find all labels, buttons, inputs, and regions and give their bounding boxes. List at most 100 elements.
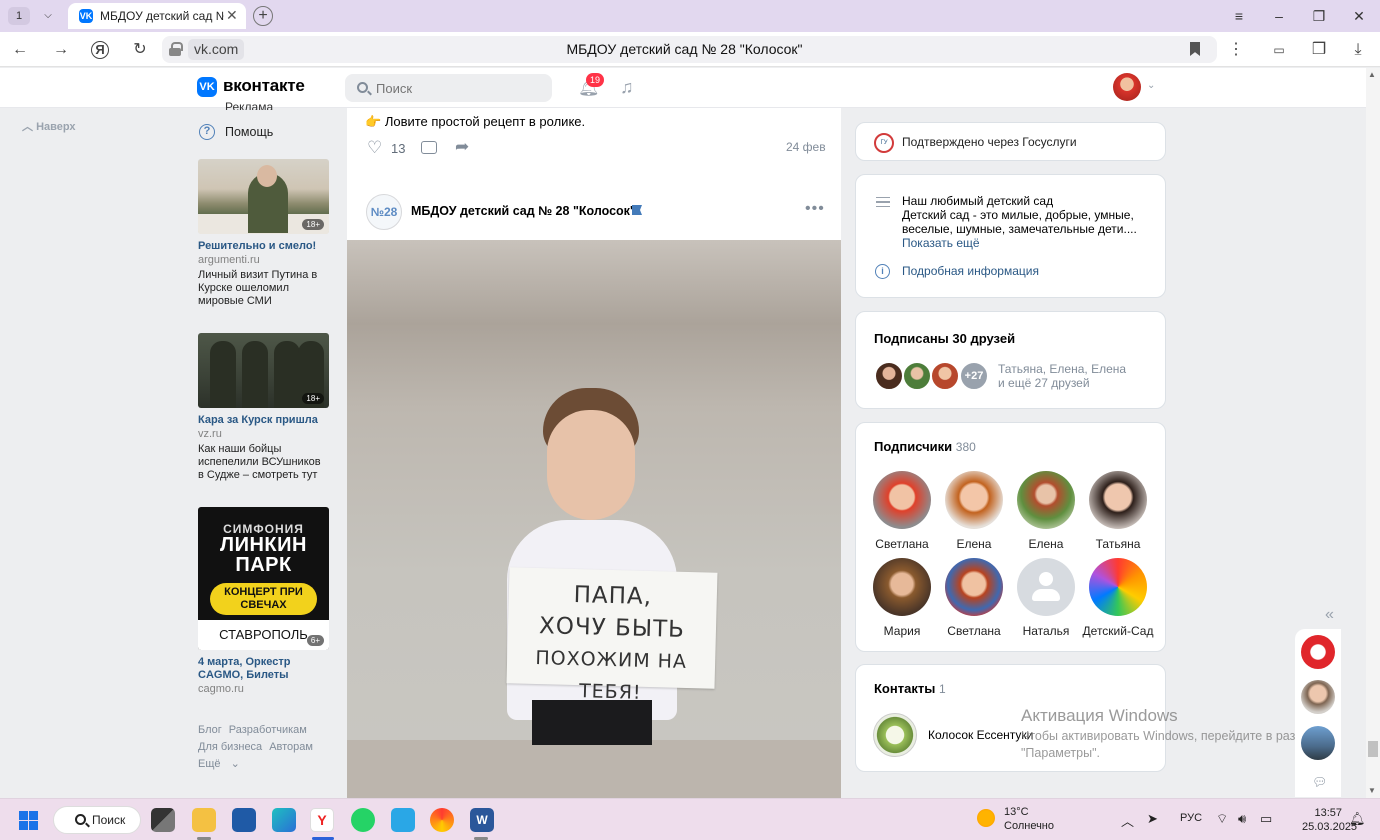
friend-avatar[interactable] [930,361,960,391]
more-menu-icon[interactable]: ⋮ [1225,39,1247,61]
store-icon[interactable] [232,808,256,832]
wifi-icon[interactable]: ⌔ [1216,811,1228,827]
friend-avatar[interactable] [874,361,904,391]
chat-bubble-icon[interactable]: 💬︎ [1312,775,1327,789]
restore-icon[interactable]: ❐ [1309,6,1329,26]
ad-text[interactable]: Личный визит Путина в Курске ошеломил ми… [198,269,329,308]
task-view-icon[interactable] [151,808,175,832]
footer-link-authors[interactable]: Авторам [269,739,313,756]
file-explorer-icon[interactable] [192,808,216,832]
scrollbar-thumb[interactable] [1368,741,1378,757]
footer-link-developers[interactable]: Разработчикам [229,722,307,739]
language-indicator[interactable]: РУС [1180,812,1202,824]
ad-image[interactable]: 18+ [198,159,329,234]
more-dots-icon[interactable]: ••• [805,200,825,218]
volume-icon[interactable]: 🔊︎ [1238,811,1246,827]
subscriber-item[interactable]: Светлана [866,471,938,551]
subscriber-avatar[interactable] [1089,558,1147,616]
details-link[interactable]: Подробная информация [902,264,1039,278]
chat-avatar[interactable] [1301,680,1335,714]
contacts-title[interactable]: Контакты 1 [874,681,946,696]
group-name[interactable]: МБДОУ детский сад № 28 "Колосок" [411,204,636,218]
subscriber-avatar[interactable] [873,471,931,529]
tab-close-icon[interactable]: ✕ [226,7,238,24]
subscriber-item[interactable]: Елена [938,471,1010,551]
collections-icon[interactable]: ❒ [1308,39,1330,61]
friends-card[interactable]: Подписаны 30 друзей +27 Татьяна, Елена, … [855,311,1166,409]
location-icon[interactable]: ➤ [1147,811,1158,827]
word-icon[interactable]: W [470,808,494,832]
scrollbar[interactable] [1366,68,1380,798]
back-arrow-icon[interactable]: ← [9,39,31,61]
subscribers-title[interactable]: Подписчики 380 [874,439,976,454]
friend-avatar[interactable] [902,361,932,391]
contact-avatar[interactable] [873,713,917,757]
like-heart-icon[interactable]: ♡ [367,138,382,158]
app-icon[interactable] [391,808,415,832]
subscriber-item[interactable]: Светлана [938,558,1010,638]
gosuslugi-text[interactable]: Подтверждено через Госуслуги [902,135,1077,149]
media-player-icon[interactable] [430,808,454,832]
app-shortcut[interactable] [1301,635,1335,669]
footer-link-more[interactable]: Ещё ⌄ [198,756,240,773]
show-more-link[interactable]: Показать ещё [902,236,980,250]
user-avatar[interactable] [1113,73,1141,101]
collapse-double-chevron-icon[interactable]: « [1325,606,1334,624]
post-date[interactable]: 24 фев [786,140,826,154]
tab-counter[interactable]: 1 [8,7,30,25]
post-video[interactable]: ПАПА, ХОЧУ БЫТЬ ПОХОЖИМ НА ТЕБЯ! [347,240,841,798]
footer-link-blog[interactable]: Блог [198,722,222,739]
scroll-up-icon[interactable]: ▲ [1368,70,1376,79]
subscriber-avatar[interactable] [945,471,1003,529]
lock-icon[interactable] [169,42,183,56]
default-avatar-icon[interactable] [1017,558,1075,616]
ad-block-1[interactable]: 18+ Решительно и смело! argumenti.ru Лич… [198,159,329,308]
url-field[interactable]: vk.com МБДОУ детский сад № 28 "Колосок" [162,36,1217,63]
subscriber-item[interactable]: Елена [1010,471,1082,551]
subscriber-item[interactable]: Татьяна [1082,471,1154,551]
comment-icon[interactable] [421,141,437,154]
subscriber-item[interactable]: Детский-Сад [1082,558,1154,638]
clock[interactable]: 13:57 25.03.2025 [1302,806,1357,834]
like-count[interactable]: 13 [391,141,405,156]
subscriber-avatar[interactable] [1089,471,1147,529]
subscriber-item[interactable]: Наталья [1010,558,1082,638]
ad-title[interactable]: Кара за Курск пришла [198,414,329,427]
friends-title[interactable]: Подписаны 30 друзей [874,331,1015,346]
browser-tab-active[interactable]: VK МБДОУ детский сад № ✕ [68,3,246,29]
windows-start-icon[interactable] [19,811,38,830]
battery-saver-icon[interactable]: ▭ [1268,39,1290,61]
vk-logo-icon[interactable]: VK [197,77,217,97]
footer-link-business[interactable]: Для бизнеса [198,739,262,756]
contact-name[interactable]: Колосок Ессентуки [928,728,1033,742]
battery-icon[interactable]: ▭ [1260,811,1272,827]
domain-chip[interactable]: vk.com [188,39,245,60]
weather-desc[interactable]: Солнечно [1004,820,1054,832]
ad-title[interactable]: Решительно и смело! [198,240,329,253]
chevron-down-icon[interactable]: ⌄ [1147,80,1155,91]
tab-list-chevron-icon[interactable]: ⌵ [38,6,58,26]
ad-banner[interactable]: СИМФОНИЯ ЛИНКИН ПАРК КОНЦЕРТ ПРИ СВЕЧАХ … [198,507,329,650]
group-avatar[interactable]: №28 [366,194,402,230]
new-tab-button[interactable]: + [253,6,273,26]
subscriber-avatar[interactable] [945,558,1003,616]
browser-menu-icon[interactable]: ≡ [1229,6,1249,26]
search-input[interactable] [345,74,552,102]
friends-more-badge[interactable]: +27 [959,361,989,391]
download-icon[interactable]: ⤓ [1347,39,1369,61]
tray-chevron-up-icon[interactable]: ︿ [1121,811,1134,830]
reload-icon[interactable]: ↻ [129,39,151,61]
yandex-icon[interactable]: Я [91,41,109,59]
yandex-browser-icon[interactable]: Y [310,808,334,832]
weather-temp[interactable]: 13°C [1004,806,1029,818]
share-icon[interactable]: ➦ [455,137,469,157]
scroll-up-link[interactable]: ︿ Наверх [22,118,76,134]
bookmark-icon[interactable] [1190,42,1200,56]
scroll-down-icon[interactable]: ▼ [1368,786,1376,795]
subscriber-item[interactable]: Мария [866,558,938,638]
minimize-icon[interactable]: – [1269,6,1289,26]
vk-brand-name[interactable]: вконтакте [223,76,305,96]
ad-block-3[interactable]: СИМФОНИЯ ЛИНКИН ПАРК КОНЦЕРТ ПРИ СВЕЧАХ … [198,507,329,695]
taskbar-search[interactable]: Поиск [53,806,141,834]
ad-image[interactable]: 18+ [198,333,329,408]
